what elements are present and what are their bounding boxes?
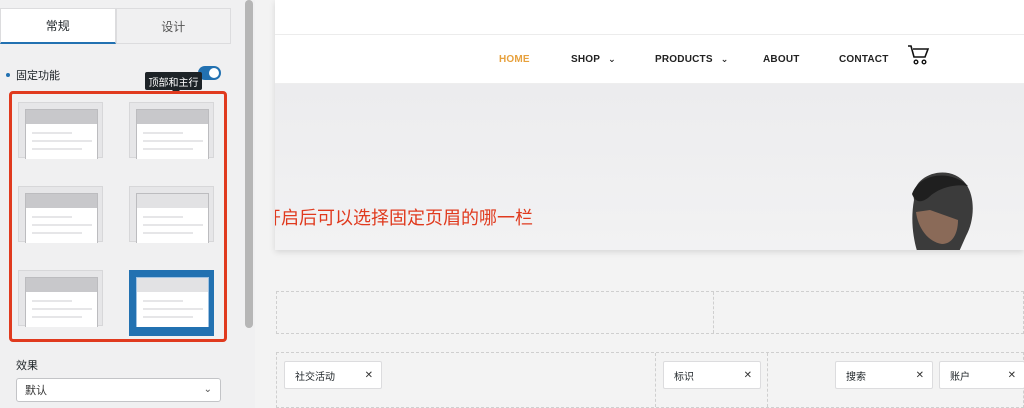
nav-item-shop[interactable]: SHOP ⌄ xyxy=(571,54,616,65)
row-divider xyxy=(713,292,714,333)
settings-panel: 常规 设计 固定功能 顶部和主行 效果 默认 ⌄ xyxy=(0,0,243,408)
sticky-label: 固定功能 xyxy=(16,70,60,82)
tooltip: 顶部和主行 xyxy=(145,72,202,94)
nav-item-about[interactable]: ABOUT xyxy=(763,54,800,65)
close-icon[interactable]: ✕ xyxy=(1008,370,1016,381)
cart-icon[interactable] xyxy=(907,43,931,67)
sticky-option-3[interactable] xyxy=(18,186,103,243)
chip-label: 标识 xyxy=(674,371,694,383)
chevron-down-icon: ⌄ xyxy=(203,384,212,395)
chevron-down-icon: ⌄ xyxy=(720,54,729,64)
panel-scrollbar[interactable] xyxy=(243,0,255,408)
chip-logo[interactable]: 标识 ✕ xyxy=(663,361,761,389)
tab-design[interactable]: 设计 xyxy=(115,8,231,44)
sticky-option-5[interactable] xyxy=(18,270,103,327)
chip-search[interactable]: 搜索 ✕ xyxy=(835,361,933,389)
header-builder-row-top xyxy=(276,291,1024,334)
bullet-icon xyxy=(6,73,10,77)
sticky-option-6-selected[interactable] xyxy=(129,270,214,336)
nav-item-home[interactable]: HOME xyxy=(499,54,530,65)
header-preview-card: HOME SHOP ⌄ PRODUCTS ⌄ ABOUT CONTACT 开启后… xyxy=(275,0,1024,250)
nav-item-products[interactable]: PRODUCTS ⌄ xyxy=(655,54,728,65)
effect-select-value: 默认 xyxy=(25,385,47,397)
scrollbar-thumb[interactable] xyxy=(245,0,253,328)
customizer-window: 常规 设计 固定功能 顶部和主行 效果 默认 ⌄ HOME SHOP ⌄ PRO… xyxy=(0,0,1024,408)
row-divider xyxy=(655,353,656,407)
chip-label: 账户 xyxy=(950,371,970,383)
main-navigation: HOME SHOP ⌄ PRODUCTS ⌄ ABOUT CONTACT xyxy=(275,35,1024,84)
nav-item-label: HOME xyxy=(499,54,530,65)
annotation-text: 开启后可以选择固定页眉的哪一栏 xyxy=(275,208,533,228)
tab-general[interactable]: 常规 xyxy=(0,8,116,44)
nav-item-label: SHOP xyxy=(571,54,601,65)
close-icon[interactable]: ✕ xyxy=(916,370,924,381)
close-icon[interactable]: ✕ xyxy=(365,370,373,381)
chip-account[interactable]: 账户 ✕ xyxy=(939,361,1024,389)
hero-banner: 开启后可以选择固定页眉的哪一栏 xyxy=(275,84,1024,250)
sticky-row: 固定功能 xyxy=(6,67,60,83)
row-divider xyxy=(767,353,768,407)
effect-label: 效果 xyxy=(16,360,38,372)
sticky-option-2[interactable] xyxy=(129,102,214,159)
panel-tabs: 常规 设计 xyxy=(0,8,231,44)
nav-item-contact[interactable]: CONTACT xyxy=(839,54,889,65)
person-photo xyxy=(912,172,973,250)
close-icon[interactable]: ✕ xyxy=(744,370,752,381)
nav-item-label: CONTACT xyxy=(839,54,889,65)
sticky-options-grid xyxy=(9,91,227,342)
sticky-option-1[interactable] xyxy=(18,102,103,159)
sticky-option-4[interactable] xyxy=(129,186,214,243)
header-builder-row-main: 社交活动 ✕ 标识 ✕ 搜索 ✕ 账户 ✕ xyxy=(276,352,1024,408)
site-preview: HOME SHOP ⌄ PRODUCTS ⌄ ABOUT CONTACT 开启后… xyxy=(255,0,1024,408)
chevron-down-icon: ⌄ xyxy=(608,54,616,64)
chip-label: 社交活动 xyxy=(295,371,335,383)
nav-item-label: ABOUT xyxy=(763,54,800,65)
chip-label: 搜索 xyxy=(846,371,866,383)
effect-select[interactable]: 默认 ⌄ xyxy=(16,378,221,402)
chip-social[interactable]: 社交活动 ✕ xyxy=(284,361,382,389)
nav-item-label: PRODUCTS xyxy=(655,54,713,65)
